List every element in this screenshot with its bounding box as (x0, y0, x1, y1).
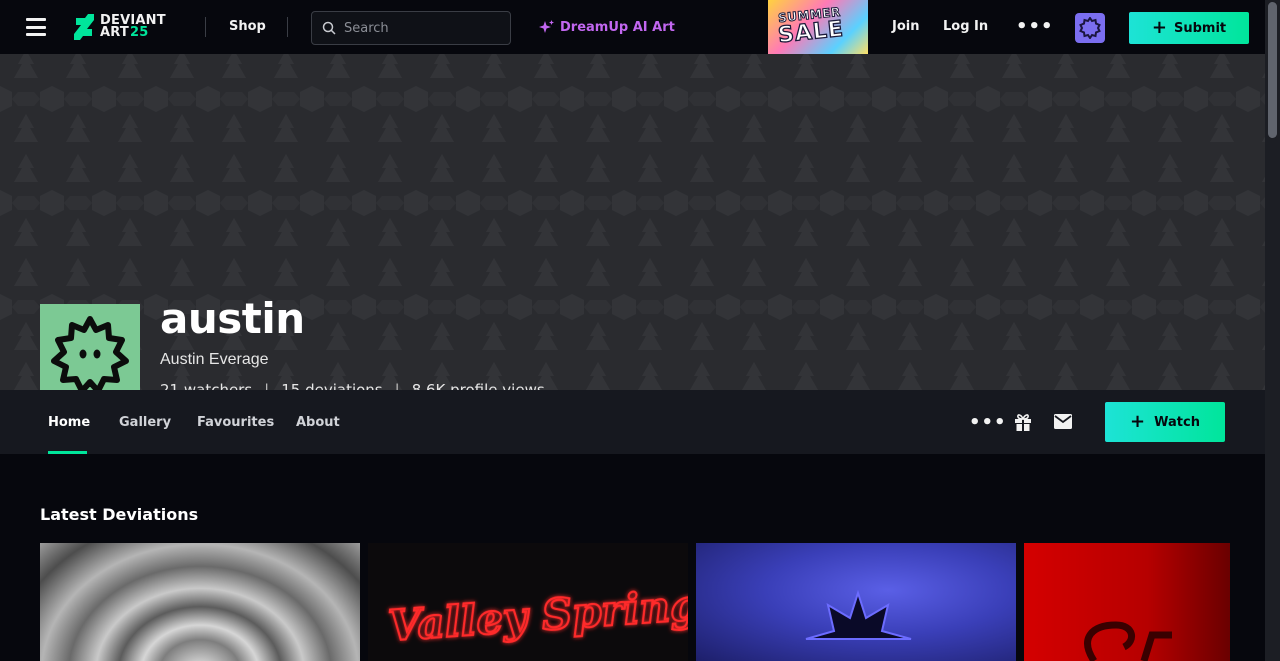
dreamup-label: DreamUp AI Art (560, 20, 675, 35)
user-avatar[interactable] (1075, 13, 1105, 43)
plus-icon: + (1151, 17, 1167, 38)
profile-navigation: Home Gallery Favourites About ••• + Watc… (0, 390, 1265, 454)
logo-number: 25 (129, 25, 149, 40)
sparkle-icon (539, 20, 554, 33)
submit-label: Submit (1173, 20, 1227, 36)
login-link[interactable]: Log In (943, 19, 988, 34)
tab-about[interactable]: About (296, 415, 340, 430)
search-icon (322, 21, 336, 35)
plus-icon: + (1130, 411, 1146, 432)
divider (287, 17, 288, 37)
profile-username: austin (160, 294, 305, 343)
profile-stats: 21 watchers | 15 deviations | 8.6K profi… (160, 381, 545, 390)
deviation-thumbnail-blue-star[interactable] (696, 543, 1016, 661)
gift-icon[interactable] (1013, 412, 1033, 436)
more-options-icon[interactable]: ••• (1016, 16, 1054, 37)
blue-star-art (805, 589, 912, 640)
valley-springs-text: Valley Springs (387, 578, 688, 650)
watch-label: Watch (1154, 414, 1200, 430)
profile-avatar[interactable] (40, 304, 140, 390)
page-scrollbar[interactable] (1265, 0, 1280, 661)
summer-sale-banner[interactable]: SUMMER SALE (768, 0, 868, 54)
deviation-thumbnail-valley-springs[interactable]: Valley Springs (368, 543, 688, 661)
divider (205, 17, 206, 37)
tab-home[interactable]: Home (48, 415, 90, 430)
watch-button[interactable]: + Watch (1105, 402, 1225, 442)
top-navigation-bar: DEVIANT ART25 Shop DreamUp AI Art SUMMER… (0, 0, 1265, 54)
profile-views-count: 8.6K profile views (411, 381, 545, 390)
shop-link[interactable]: Shop (229, 19, 266, 34)
menu-icon[interactable] (26, 18, 46, 36)
logo-line2: ART (100, 25, 129, 40)
watchers-count[interactable]: 21 watchers (160, 381, 252, 390)
dreamup-ai-art-link[interactable]: DreamUp AI Art (538, 19, 675, 36)
tab-gallery[interactable]: Gallery (119, 415, 171, 430)
deviantart-logo[interactable]: DEVIANT ART 25 (74, 12, 166, 42)
more-options-icon[interactable]: ••• (969, 412, 1007, 433)
logo-wordmark: DEVIANT ART 25 (100, 14, 166, 40)
avatar-face-icon (51, 316, 129, 390)
search-input[interactable] (344, 20, 494, 36)
red-art-shape (1084, 621, 1172, 661)
scrollbar-thumb[interactable] (1268, 2, 1277, 138)
stats-separator: | (394, 381, 400, 390)
valley-springs-art: Valley Springs (386, 577, 688, 651)
mail-icon[interactable] (1054, 414, 1072, 433)
tab-favourites[interactable]: Favourites (197, 415, 274, 430)
deviation-thumbnail-red-art[interactable] (1024, 543, 1230, 661)
avatar-badge-icon (1079, 17, 1101, 39)
promo-line2: SALE (776, 16, 846, 49)
active-tab-indicator (48, 451, 87, 454)
deviantart-mark-icon (74, 14, 94, 40)
submit-button[interactable]: + Submit (1129, 12, 1249, 44)
profile-banner: austin Austin Everage 21 watchers | 15 d… (0, 54, 1265, 390)
deviation-thumbnail-water-ripple[interactable] (40, 543, 360, 661)
section-title: Latest Deviations (40, 505, 199, 524)
profile-real-name: Austin Everage (160, 351, 269, 368)
search-box[interactable] (311, 11, 511, 45)
deviations-count[interactable]: 15 deviations (281, 381, 382, 390)
join-link[interactable]: Join (892, 19, 919, 34)
stats-separator: | (264, 381, 270, 390)
